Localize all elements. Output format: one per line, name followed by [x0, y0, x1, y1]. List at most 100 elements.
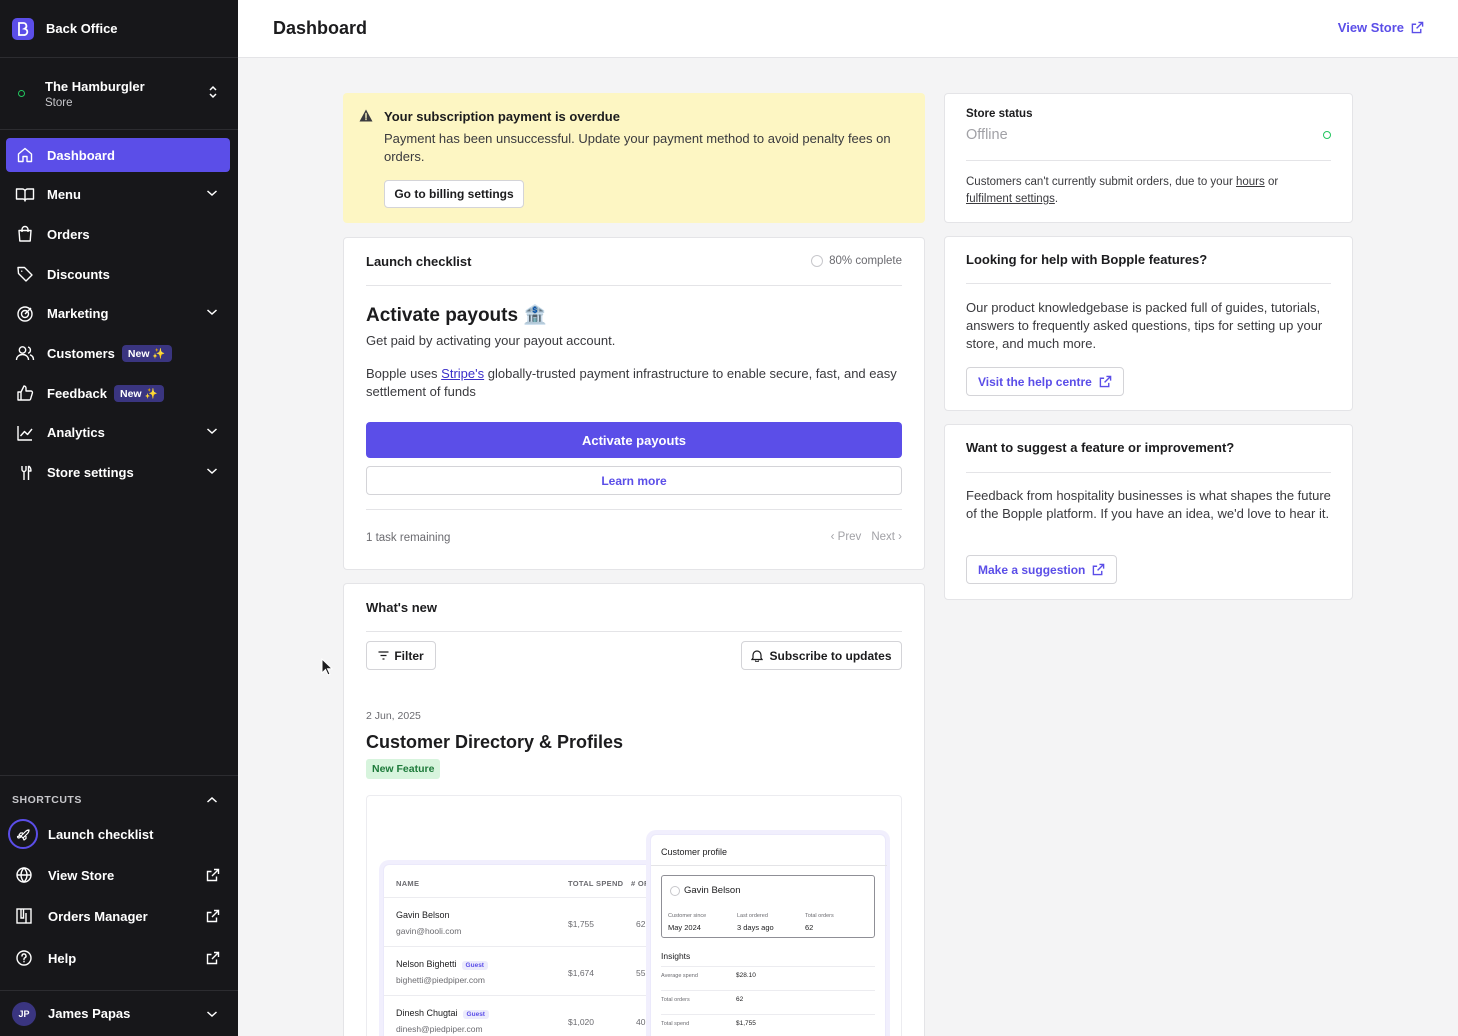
table-row: Gavin Belson gavin@hooli.com $1,755 62 — [384, 897, 674, 946]
chevron-down-icon — [207, 1011, 217, 1018]
external-link-icon — [206, 868, 220, 882]
new-badge: New ✨ — [113, 384, 164, 402]
post-date: 2 Jun, 2025 — [366, 710, 421, 722]
store-status-text: Customers can't currently submit orders,… — [966, 174, 1336, 208]
nav-label: Feedback — [47, 385, 107, 401]
profile-title: Customer profile — [661, 847, 728, 857]
stat-value: 3 days ago — [737, 923, 774, 932]
column-header: TOTAL SPEND — [568, 879, 624, 888]
nav-item-discounts[interactable]: Discounts — [6, 257, 230, 291]
help-heading: Looking for help with Bopple features? — [966, 252, 1208, 267]
chart-line-icon — [15, 423, 35, 443]
billing-settings-button[interactable]: Go to billing settings — [384, 180, 524, 208]
help-centre-button[interactable]: Visit the help centre — [966, 367, 1124, 396]
mouse-cursor-icon — [321, 658, 333, 676]
whats-new-card: What's new Filter Subscribe to updates 2… — [343, 583, 925, 1036]
shortcut-orders-manager[interactable]: Orders Manager — [0, 899, 238, 933]
customer-name-text: Dinesh Chugtai — [396, 1008, 458, 1018]
customer-orders: 55 — [636, 968, 646, 978]
hours-link[interactable]: hours — [1236, 176, 1265, 188]
table-row: Dinesh Chugtai Guest dinesh@piedpiper.com… — [384, 995, 674, 1036]
external-link-icon — [206, 951, 220, 965]
nav-item-dashboard[interactable]: Dashboard — [6, 138, 230, 172]
make-suggestion-label: Make a suggestion — [978, 562, 1086, 577]
nav-item-store-settings[interactable]: Store settings — [6, 456, 230, 490]
overdue-payment-alert: Your subscription payment is overdue Pay… — [343, 93, 925, 223]
stat-label: Last ordered — [737, 913, 768, 919]
nav-label: Marketing — [47, 306, 109, 322]
shortcut-launch-checklist[interactable]: Launch checklist — [0, 817, 238, 851]
customer-name: Nelson Bighetti Guest — [396, 959, 488, 970]
nav-item-customers[interactable]: Customers New ✨ — [6, 336, 230, 370]
store-status-card: Store status Offline Customers can't cur… — [944, 93, 1353, 223]
stripe-link[interactable]: Stripe's — [441, 366, 484, 381]
next-button[interactable]: Next › — [871, 531, 902, 543]
nav-item-analytics[interactable]: Analytics — [6, 416, 230, 450]
store-name: The Hamburgler — [45, 78, 145, 94]
checklist-heading: Launch checklist — [366, 254, 472, 269]
bell-icon — [751, 650, 764, 662]
stat-value: 62 — [805, 923, 814, 932]
store-switcher[interactable]: The Hamburgler Store — [0, 58, 238, 130]
progress-label: 80% complete — [829, 255, 902, 267]
store-status-dot — [18, 90, 25, 97]
user-name: James Papas — [48, 1006, 131, 1021]
column-header: NAME — [396, 879, 420, 888]
prev-label: Prev — [837, 531, 862, 543]
nav-label: Menu — [47, 187, 81, 203]
divider — [966, 472, 1331, 473]
home-icon — [15, 145, 35, 165]
chevron-down-icon — [207, 428, 217, 434]
user-menu[interactable]: JP James Papas — [0, 990, 238, 1036]
shortcuts-heading: SHORTCUTS — [12, 794, 82, 806]
customer-table-preview: NAME TOTAL SPEND # ORD Gavin Belson gavi… — [383, 864, 674, 1036]
insight-label: Total spend — [661, 1021, 690, 1027]
fulfilment-settings-link[interactable]: fulfilment settings — [966, 193, 1055, 205]
nav-item-feedback[interactable]: Feedback New ✨ — [6, 376, 230, 410]
bopple-logo-icon — [12, 17, 34, 40]
shortcut-label: View Store — [48, 867, 115, 883]
help-card: Looking for help with Bopple features? O… — [944, 236, 1353, 411]
page-title: Dashboard — [273, 18, 368, 38]
customer-orders: 62 — [636, 919, 646, 929]
shortcut-view-store[interactable]: View Store — [0, 858, 238, 892]
prev-button[interactable]: ‹ Prev — [831, 531, 862, 543]
help-centre-label: Visit the help centre — [978, 374, 1092, 389]
insight-row: Total spend $1,755 — [661, 1014, 875, 1027]
wrench-icon — [15, 463, 35, 483]
view-store-link[interactable]: View Store — [1338, 20, 1424, 35]
store-status-value: Offline — [966, 127, 1008, 143]
nav-item-orders[interactable]: Orders — [6, 217, 230, 251]
main-nav: Dashboard Menu Orders Discounts Marketin… — [6, 138, 230, 495]
shortcut-label: Orders Manager — [48, 908, 148, 924]
book-icon — [15, 185, 35, 205]
learn-more-button[interactable]: Learn more — [366, 466, 902, 495]
shortcut-label: Help — [48, 950, 77, 966]
suggest-card: Want to suggest a feature or improvement… — [944, 424, 1353, 600]
brand[interactable]: Back Office — [0, 0, 238, 58]
store-subtitle: Store — [45, 96, 73, 109]
rocket-icon — [8, 819, 38, 849]
nav-label: Discounts — [47, 266, 110, 282]
nav-label: Orders — [47, 226, 90, 242]
activate-payouts-button[interactable]: Activate payouts — [366, 422, 902, 458]
nav-item-menu[interactable]: Menu — [6, 178, 230, 212]
insight-row: Total orders 62 — [661, 990, 875, 1003]
tag-icon — [15, 264, 35, 284]
subscribe-button[interactable]: Subscribe to updates — [741, 641, 902, 670]
filter-button[interactable]: Filter — [366, 641, 436, 670]
shortcut-help[interactable]: Help — [0, 941, 238, 975]
chevron-up-icon[interactable] — [206, 796, 218, 804]
divider — [366, 631, 902, 632]
make-suggestion-button[interactable]: Make a suggestion — [966, 555, 1118, 584]
profile-summary: Gavin Belson Customer since May 2024 Las… — [661, 875, 875, 938]
customer-spend: $1,755 — [568, 919, 594, 929]
stat-label: Total orders — [805, 913, 834, 919]
users-icon — [15, 343, 35, 363]
divider — [651, 865, 887, 866]
external-link-icon — [1093, 563, 1105, 576]
chevron-down-icon — [207, 467, 217, 474]
target-icon — [15, 304, 35, 324]
nav-item-marketing[interactable]: Marketing — [6, 297, 230, 331]
guest-badge: Guest — [461, 961, 488, 970]
